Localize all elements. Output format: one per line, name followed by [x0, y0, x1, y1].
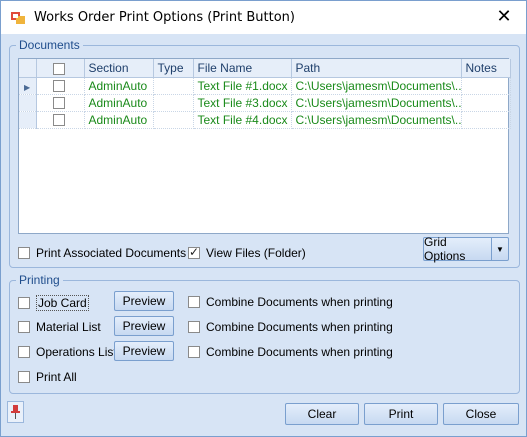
grid-options-label[interactable]: Grid Options: [424, 235, 491, 263]
row-checkbox-cell[interactable]: [36, 77, 85, 95]
close-icon[interactable]: ✕: [482, 1, 526, 32]
view-files-checkbox[interactable]: [188, 245, 200, 259]
documents-grid[interactable]: Section Type File Name Path Notes ▶ Admi…: [18, 58, 511, 234]
row-checkbox[interactable]: [52, 114, 65, 127]
job-card-checkbox[interactable]: [18, 297, 30, 309]
print-all-label: Print All: [36, 370, 77, 384]
column-header-section[interactable]: Section: [84, 59, 154, 78]
cell-path: C:\Users\jamesm\Documents\...: [291, 111, 462, 129]
operations-list-option[interactable]: Operations List: [18, 345, 117, 359]
operations-list-preview-button[interactable]: Preview: [114, 341, 174, 361]
cell-path: C:\Users\jamesm\Documents\...: [291, 94, 462, 112]
window-title: Works Order Print Options (Print Button): [34, 10, 295, 25]
job-card-option[interactable]: Job Card: [18, 295, 89, 311]
row-selector[interactable]: ▶: [19, 77, 37, 95]
column-header-file-name[interactable]: File Name: [193, 59, 292, 78]
table-row[interactable]: AdminAuto Text File #3.docx C:\Users\jam…: [19, 94, 511, 112]
row-checkbox-cell[interactable]: [36, 111, 85, 129]
row-checkbox-cell[interactable]: [36, 94, 85, 112]
operations-list-combine-checkbox[interactable]: [188, 346, 200, 358]
print-options-window: Works Order Print Options (Print Button)…: [0, 0, 527, 437]
job-card-preview-button[interactable]: Preview: [114, 291, 174, 311]
print-associated-option[interactable]: Print Associated Documents: [18, 246, 186, 260]
print-all-option[interactable]: Print All: [18, 370, 77, 384]
operations-list-label: Operations List: [36, 345, 117, 359]
grid-header-row: Section Type File Name Path Notes: [19, 59, 511, 78]
material-list-combine-label: Combine Documents when printing: [206, 320, 393, 334]
table-row[interactable]: ▶ AdminAuto Text File #1.docx C:\Users\j…: [19, 77, 511, 95]
job-card-label: Job Card: [36, 295, 89, 311]
close-button[interactable]: Close: [443, 403, 519, 425]
grid-header-select-all[interactable]: [36, 59, 85, 78]
print-associated-label: Print Associated Documents: [36, 246, 187, 260]
cell-path: C:\Users\jamesm\Documents\...: [291, 77, 462, 95]
column-header-notes[interactable]: Notes: [461, 59, 511, 78]
cell-notes: [461, 111, 511, 129]
row-checkbox[interactable]: [52, 97, 65, 110]
column-header-type[interactable]: Type: [153, 59, 194, 78]
documents-group-title: Documents: [16, 38, 83, 52]
cell-notes: [461, 94, 511, 112]
cell-type: [153, 94, 194, 112]
job-card-combine-label: Combine Documents when printing: [206, 295, 393, 309]
operations-list-combine-label: Combine Documents when printing: [206, 345, 393, 359]
cell-section: AdminAuto: [84, 77, 154, 95]
operations-list-combine-option[interactable]: Combine Documents when printing: [188, 345, 393, 359]
material-list-combine-checkbox[interactable]: [188, 321, 200, 333]
row-selector[interactable]: [19, 94, 37, 112]
chevron-down-icon[interactable]: ▼: [491, 238, 508, 260]
pushpin-icon: [11, 405, 20, 419]
operations-list-checkbox[interactable]: [18, 346, 30, 358]
job-card-combine-checkbox[interactable]: [188, 296, 200, 308]
row-checkbox[interactable]: [52, 80, 65, 93]
grid-options-button[interactable]: Grid Options ▼: [423, 235, 509, 263]
print-button[interactable]: Print: [364, 403, 438, 425]
job-card-combine-option[interactable]: Combine Documents when printing: [188, 295, 393, 309]
clear-button[interactable]: Clear: [285, 403, 359, 425]
title-bar: Works Order Print Options (Print Button)…: [1, 1, 526, 34]
cell-type: [153, 111, 194, 129]
material-list-combine-option[interactable]: Combine Documents when printing: [188, 320, 393, 334]
cell-file-name: Text File #3.docx: [193, 94, 292, 112]
material-list-preview-button[interactable]: Preview: [114, 316, 174, 336]
cell-file-name: Text File #4.docx: [193, 111, 292, 129]
pin-icon[interactable]: [7, 401, 24, 423]
material-list-label: Material List: [36, 320, 101, 334]
table-row[interactable]: AdminAuto Text File #4.docx C:\Users\jam…: [19, 111, 511, 129]
cell-notes: [461, 77, 511, 95]
grid-row-selector-header: [19, 59, 37, 78]
print-all-checkbox[interactable]: [18, 371, 30, 383]
printing-group-title: Printing: [16, 273, 63, 287]
cell-section: AdminAuto: [84, 94, 154, 112]
view-files-option[interactable]: View Files (Folder): [188, 245, 306, 260]
row-selector[interactable]: [19, 111, 37, 129]
cell-type: [153, 77, 194, 95]
app-icon: [11, 12, 25, 24]
material-list-option[interactable]: Material List: [18, 320, 101, 334]
column-header-path[interactable]: Path: [291, 59, 462, 78]
select-all-checkbox[interactable]: [52, 62, 65, 75]
cell-section: AdminAuto: [84, 111, 154, 129]
material-list-checkbox[interactable]: [18, 321, 30, 333]
view-files-label: View Files (Folder): [206, 246, 306, 260]
print-associated-checkbox[interactable]: [18, 247, 30, 259]
current-row-icon: ▶: [24, 82, 31, 92]
cell-file-name: Text File #1.docx: [193, 77, 292, 95]
